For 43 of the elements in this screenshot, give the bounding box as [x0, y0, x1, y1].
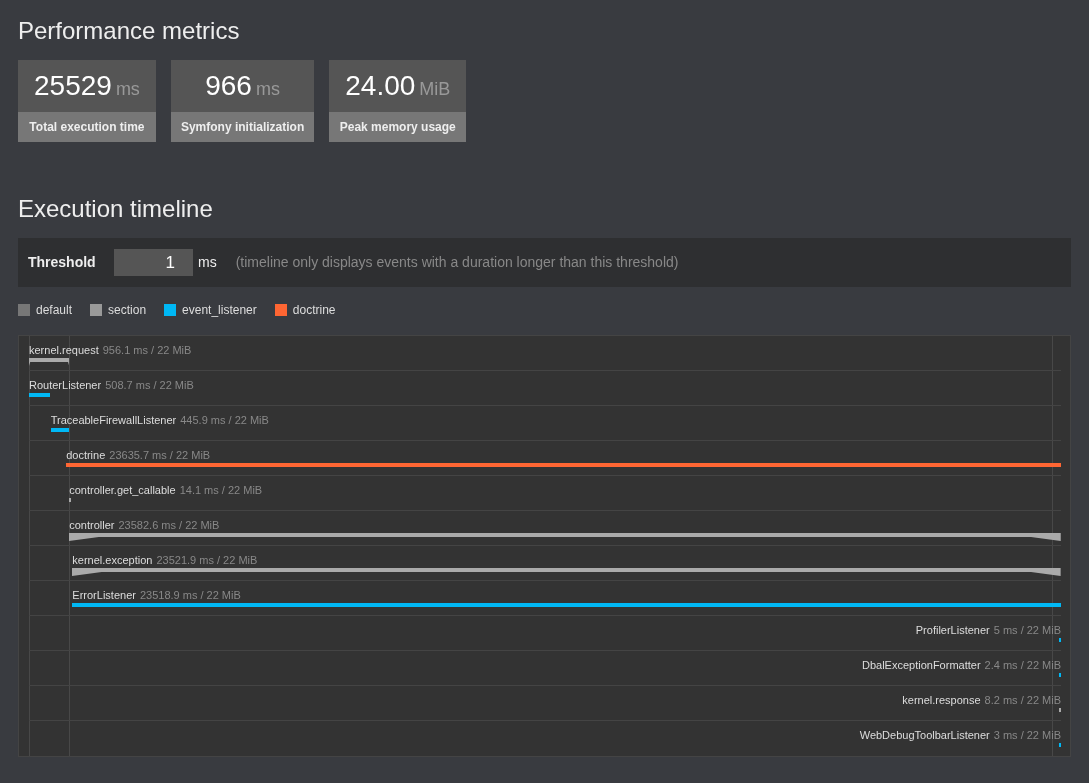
event-name: ProfilerListener [915, 623, 990, 638]
event-duration: 508.7 ms / 22 MiB [105, 378, 194, 393]
threshold-input[interactable]: 1 [114, 249, 193, 276]
metric-unit: MiB [419, 78, 451, 101]
legend-label: doctrine [292, 302, 336, 319]
metric-value: 25529 [34, 72, 112, 100]
event-name: kernel.exception [72, 553, 153, 568]
event-name: kernel.request [29, 343, 99, 358]
event-name: kernel.response [902, 693, 981, 708]
metric-unit: ms [115, 78, 140, 101]
metric-label: Total execution time [18, 112, 156, 142]
event-duration: 445.9 ms / 22 MiB [180, 413, 269, 428]
metric-value: 24.00 [345, 72, 416, 100]
event-name: WebDebugToolbarListener [859, 728, 990, 743]
event-duration: 23582.6 ms / 22 MiB [118, 518, 220, 533]
event-duration: 23521.9 ms / 22 MiB [156, 553, 258, 568]
event-duration: 956.1 ms / 22 MiB [102, 343, 192, 358]
event-name: RouterListener [29, 378, 102, 393]
event-name: doctrine [66, 448, 106, 463]
event-duration: 2.4 ms / 22 MiB [984, 658, 1061, 673]
event-duration: 23518.9 ms / 22 MiB [139, 588, 241, 603]
legend-label: event_listener [182, 302, 257, 319]
event-duration: 8.2 ms / 22 MiB [984, 693, 1061, 708]
section-title: Performance metrics [18, 16, 241, 46]
event-name: TraceableFirewallListener [50, 413, 177, 428]
section-title: Execution timeline [18, 194, 214, 224]
metric-unit: ms [255, 78, 280, 101]
event-duration: 14.1 ms / 22 MiB [179, 483, 263, 498]
event-name: DbalExceptionFormatter [861, 658, 981, 673]
threshold-hint: (timeline only displays events with a duration longer than this threshold) [235, 253, 679, 272]
metric-value: 966 [205, 72, 252, 100]
legend-label: section [108, 302, 147, 319]
event-duration: 23635.7 ms / 22 MiB [109, 448, 211, 463]
event-name: controller.get_callable [69, 483, 176, 498]
event-name: ErrorListener [72, 588, 136, 603]
metric-label: Peak memory usage [329, 112, 467, 142]
metric-label: Symfony initialization [170, 112, 315, 142]
threshold-unit: ms [198, 253, 217, 272]
event-duration: 5 ms / 22 MiB [993, 623, 1061, 638]
event-duration: 3 ms / 22 MiB [993, 728, 1061, 743]
legend-label: default [36, 302, 73, 319]
event-name: controller [69, 518, 115, 533]
threshold-label: Threshold [28, 253, 97, 272]
